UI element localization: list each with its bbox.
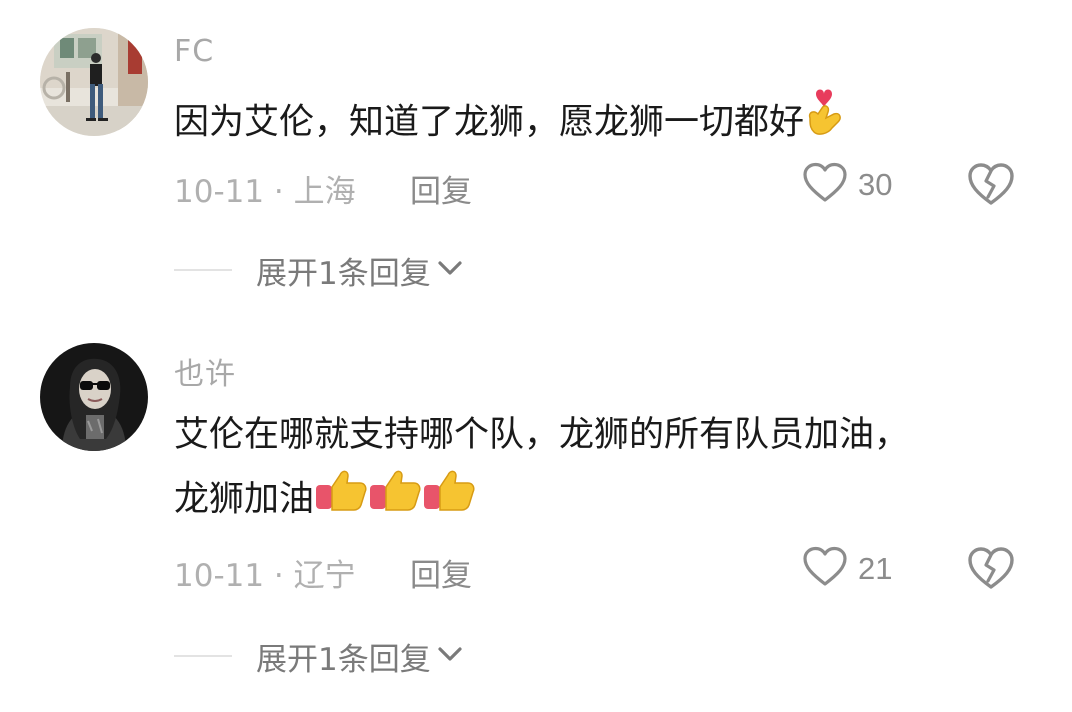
date-location: 10-11 · 上海 [174, 174, 356, 210]
avatar[interactable] [40, 343, 148, 451]
dislike-button[interactable] [966, 546, 1016, 592]
thumbs-up-icon [368, 467, 422, 534]
chevron-down-icon [437, 259, 463, 281]
thumbs-up-icon [314, 467, 368, 534]
expand-replies-label: 展开1条回复 [256, 641, 431, 678]
expand-replies[interactable]: 展开1条回复 [174, 250, 463, 292]
username[interactable]: FC [174, 34, 214, 69]
comment-text-content: 因为艾伦，知道了龙狮，愿龙狮一切都好 [174, 102, 805, 143]
like-button[interactable]: 30 [802, 162, 892, 208]
username[interactable]: 也许 [174, 349, 236, 393]
like-count: 21 [858, 551, 893, 586]
like-button[interactable]: 21 [802, 546, 892, 592]
comment-text-line: 龙狮加油 [174, 467, 1034, 534]
expand-replies-label: 展开1条回复 [256, 255, 431, 292]
thumbs-up-icon [422, 467, 476, 534]
divider [174, 655, 232, 657]
comment-text: 艾伦在哪就支持哪个队，龙狮的所有队员加油， 龙狮加油 [174, 403, 1034, 534]
reply-button[interactable]: 回复 [410, 550, 472, 595]
avatar[interactable] [40, 28, 148, 136]
comment-text-line: 艾伦在哪就支持哪个队，龙狮的所有队员加油， [174, 415, 910, 455]
heart-icon [802, 546, 848, 592]
dislike-button[interactable] [966, 162, 1016, 208]
heart-icon [802, 162, 848, 208]
comment-text-content: 龙狮加油 [174, 479, 315, 520]
broken-heart-icon [966, 163, 1016, 212]
finger-heart-icon [804, 88, 844, 159]
reply-button[interactable]: 回复 [410, 166, 472, 211]
broken-heart-icon [966, 547, 1016, 596]
expand-replies[interactable]: 展开1条回复 [174, 636, 463, 678]
date-location: 10-11 · 辽宁 [174, 558, 356, 594]
like-count: 30 [858, 167, 893, 202]
comment-text: 因为艾伦，知道了龙狮，愿龙狮一切都好 [174, 88, 1034, 159]
chevron-down-icon [437, 645, 463, 667]
divider [174, 269, 232, 271]
